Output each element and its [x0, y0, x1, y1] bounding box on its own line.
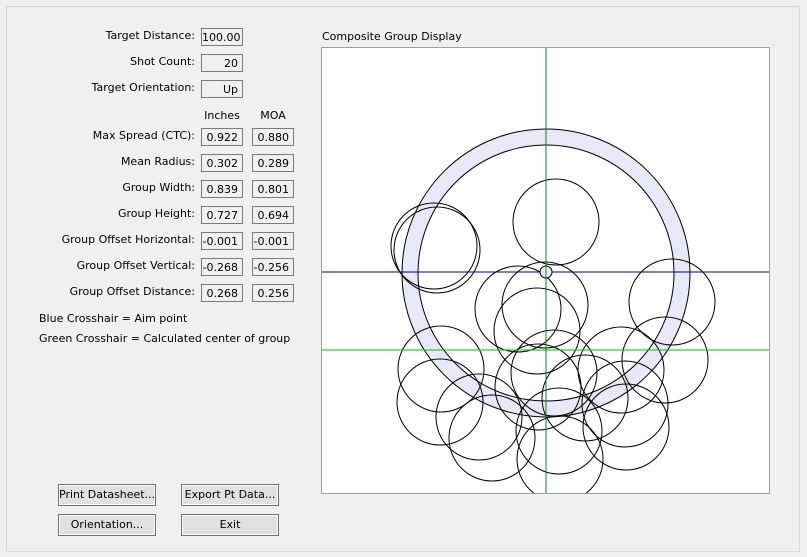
group-offset-vertical-inches: -0.268 — [201, 258, 243, 276]
shot-count-label: Shot Count: — [130, 55, 195, 68]
group-width-label: Group Width: — [122, 181, 195, 194]
print-datasheet-button[interactable]: Print Datasheet... — [58, 484, 156, 506]
shot-circle — [582, 383, 670, 471]
target-orientation-field[interactable]: Up — [201, 80, 243, 98]
composite-group-display-title: Composite Group Display — [322, 30, 462, 43]
group-offset-vertical-label: Group Offset Vertical: — [76, 259, 195, 272]
group-offset-distance-inches: 0.268 — [201, 284, 243, 302]
orientation-button[interactable]: Orientation... — [58, 514, 156, 536]
export-pt-data-button[interactable]: Export Pt Data... — [181, 484, 279, 506]
inches-column-header: Inches — [204, 109, 240, 122]
shot-circle — [390, 202, 478, 290]
max-spread-label: Max Spread (CTC): — [92, 129, 195, 142]
group-offset-horizontal-label: Group Offset Horizontal: — [61, 233, 195, 246]
shot-count-field[interactable]: 20 — [201, 54, 243, 72]
green-crosshair-note: Green Crosshair = Calculated center of g… — [39, 332, 291, 345]
group-offset-vertical-moa: -0.256 — [252, 258, 294, 276]
group-height-inches: 0.727 — [201, 206, 243, 224]
shot-circle — [396, 358, 484, 446]
max-spread-inches: 0.922 — [201, 128, 243, 146]
shot-circle — [493, 287, 581, 375]
group-width-moa: 0.801 — [252, 180, 294, 198]
group-height-label: Group Height: — [117, 207, 195, 220]
group-offset-horizontal-moa: -0.001 — [252, 232, 294, 250]
group-analysis-window: Target Distance: 100.00 Shot Count: 20 T… — [0, 0, 807, 557]
blue-crosshair-note: Blue Crosshair = Aim point — [39, 312, 188, 325]
shot-circle — [512, 178, 600, 266]
shot-circle — [516, 415, 604, 493]
target-distance-field[interactable]: 100.00 — [201, 28, 243, 46]
group-width-inches: 0.839 — [201, 180, 243, 198]
target-distance-label: Target Distance: — [105, 29, 195, 42]
composite-group-display — [321, 47, 770, 494]
group-offset-distance-moa: 0.256 — [252, 284, 294, 302]
mean-radius-inches: 0.302 — [201, 154, 243, 172]
exit-button[interactable]: Exit — [181, 514, 279, 536]
moa-column-header: MOA — [260, 109, 286, 122]
target-orientation-label: Target Orientation: — [91, 81, 195, 94]
mean-radius-label: Mean Radius: — [120, 155, 195, 168]
group-offset-distance-label: Group Offset Distance: — [69, 285, 195, 298]
group-offset-horizontal-inches: -0.001 — [201, 232, 243, 250]
group-height-moa: 0.694 — [252, 206, 294, 224]
group-plot-svg — [322, 48, 769, 493]
max-spread-moa: 0.880 — [252, 128, 294, 146]
mean-radius-moa: 0.289 — [252, 154, 294, 172]
